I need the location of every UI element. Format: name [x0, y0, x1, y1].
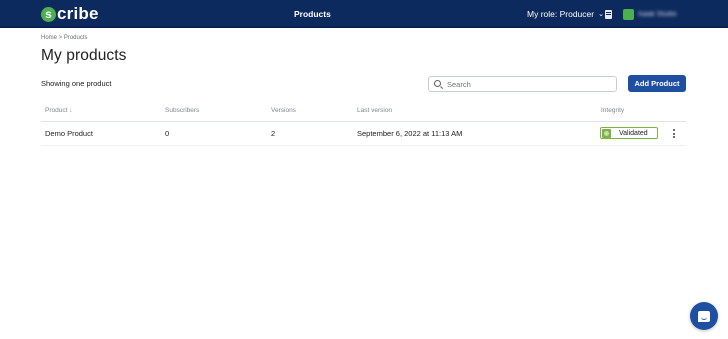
top-nav-bar: s cribe Products My role: Producer ⌄ Isa…: [0, 0, 728, 30]
role-selector[interactable]: My role: Producer ⌄: [527, 0, 604, 28]
column-header-versions[interactable]: Versions: [271, 107, 296, 114]
logo-mark: s: [41, 6, 56, 22]
search-icon: [434, 80, 441, 87]
chevron-down-icon: ⌄: [598, 11, 604, 18]
integrity-status-badge: Validated: [600, 127, 658, 139]
user-name[interactable]: Isaak Studio: [638, 9, 682, 20]
page-title: My products: [41, 47, 127, 64]
chat-launcher-button[interactable]: [690, 302, 718, 330]
logo-wordmark: cribe: [57, 4, 99, 23]
breadcrumb[interactable]: Home > Products: [41, 35, 88, 41]
table-row-divider: [41, 145, 686, 146]
product-count-text: Showing one product: [41, 79, 112, 88]
search-box[interactable]: [428, 76, 617, 92]
search-input[interactable]: [447, 77, 612, 91]
column-header-product[interactable]: Product ↓: [45, 107, 72, 114]
scribe-logo[interactable]: s cribe: [41, 4, 99, 24]
check-circle-icon: [602, 128, 611, 138]
column-header-subscribers[interactable]: Subscribers: [165, 107, 199, 114]
document-icon[interactable]: [605, 10, 612, 19]
more-vertical-icon[interactable]: [671, 128, 677, 139]
cell-versions: 2: [271, 129, 276, 138]
column-header-integrity[interactable]: Integrity: [601, 107, 624, 114]
user-avatar[interactable]: [623, 9, 634, 20]
cell-product-name[interactable]: Demo Product: [45, 129, 93, 138]
cell-subscribers: 0: [165, 129, 170, 138]
integrity-status-label: Validated: [619, 129, 648, 137]
cell-last-version: September 6, 2022 at 11:13 AM: [357, 129, 463, 138]
role-label: My role: Producer: [527, 9, 595, 19]
add-product-button[interactable]: Add Product: [628, 75, 686, 92]
column-header-last-version[interactable]: Last version: [357, 107, 392, 114]
chat-icon: [698, 310, 710, 322]
table-header-divider: [41, 121, 686, 122]
nav-products-tab[interactable]: Products: [289, 0, 336, 30]
